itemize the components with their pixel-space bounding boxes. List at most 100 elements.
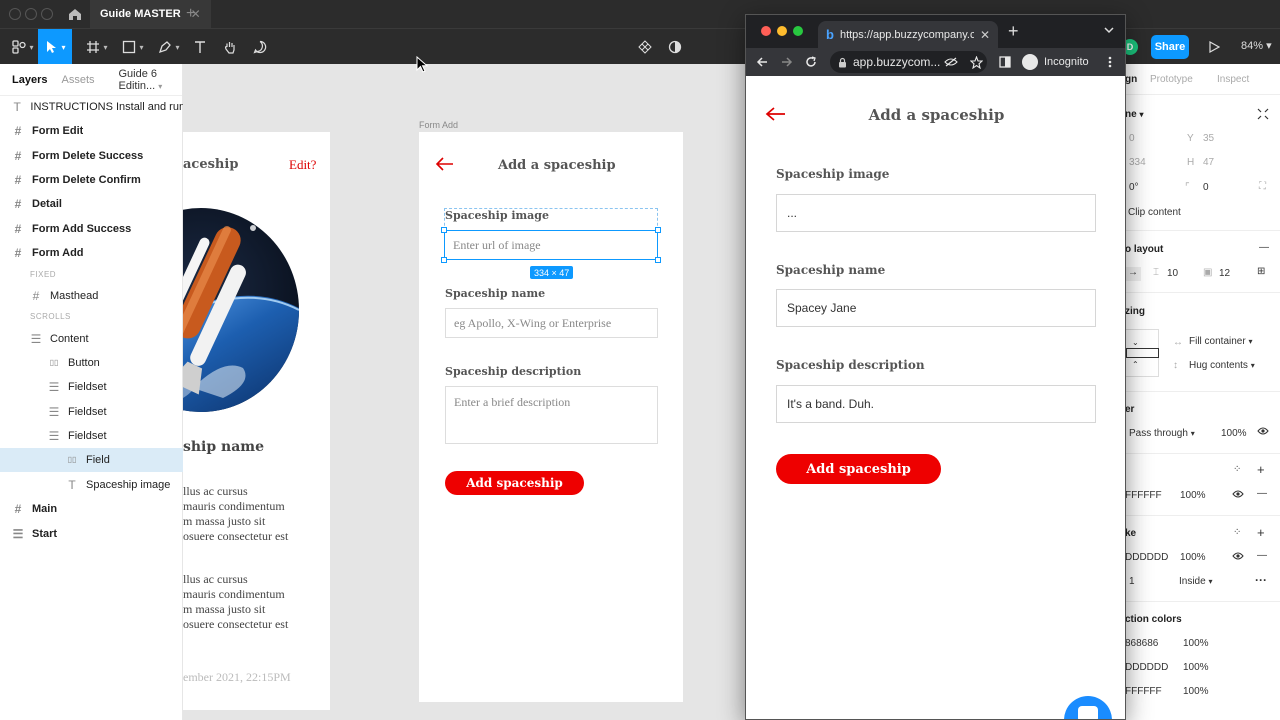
add-stroke-icon[interactable]: + (1257, 525, 1265, 540)
stroke-opacity[interactable]: 100% (1180, 552, 1206, 563)
field-label[interactable]: Spaceship name (445, 287, 545, 300)
remove-stroke-icon[interactable]: — (1257, 550, 1267, 561)
layer-item[interactable]: # Form Delete Success (0, 144, 183, 168)
selection-color-opacity[interactable]: 100% (1183, 638, 1209, 649)
layer-item[interactable]: # Form Add (0, 241, 183, 265)
contrast-button[interactable] (665, 29, 685, 65)
layer-item[interactable]: # Form Edit (0, 119, 183, 143)
edit-link[interactable]: Edit? (289, 157, 316, 173)
stroke-hex[interactable]: DDDDDD (1125, 552, 1168, 563)
components-button[interactable] (635, 29, 655, 65)
reload-icon[interactable] (803, 54, 819, 70)
frame-tool-button[interactable]: ▾ (82, 29, 112, 65)
layer-item[interactable]: # Masthead (0, 284, 183, 308)
text-tool-button[interactable] (190, 29, 210, 65)
height-value[interactable]: 47 (1203, 157, 1214, 168)
tab-prototype[interactable]: Prototype (1150, 74, 1193, 85)
gap-value[interactable]: 10 (1167, 268, 1178, 279)
more-menu-icon[interactable] (1102, 54, 1118, 70)
frame-name[interactable]: ne ▾ (1125, 109, 1143, 120)
address-bar[interactable]: app.buzzycom... (830, 51, 987, 73)
side-panel-icon[interactable] (997, 54, 1013, 70)
tab-layers[interactable]: Layers (12, 74, 47, 86)
move-tool-button[interactable]: ▾ (38, 29, 72, 65)
resize-to-fit-icon[interactable] (1257, 108, 1269, 123)
stroke-position-select[interactable]: Inside ▾ (1179, 576, 1212, 587)
remove-auto-layout-icon[interactable]: — (1259, 242, 1269, 253)
resize-handle[interactable] (655, 257, 661, 263)
zoom-level[interactable]: 84% ▾ (1241, 39, 1272, 52)
layer-item[interactable]: ☰ Start (0, 522, 183, 546)
new-tab-button[interactable]: + (1008, 21, 1019, 42)
fill-hex[interactable]: FFFFFF (1125, 490, 1162, 501)
close-icon[interactable]: ✕ (980, 28, 990, 42)
add-spaceship-button[interactable]: Add spaceship (776, 454, 941, 484)
eye-icon[interactable] (1257, 426, 1269, 439)
main-menu-button[interactable]: ▾ (8, 29, 38, 65)
forward-icon[interactable] (779, 54, 795, 70)
vertical-resizing-select[interactable]: Hug contents ▾ (1189, 360, 1255, 371)
present-button[interactable] (1204, 29, 1224, 65)
selection-box[interactable] (441, 227, 661, 263)
eye-icon[interactable] (1232, 489, 1244, 502)
layer-item[interactable]: ▯▯ Button (0, 351, 183, 375)
field-label[interactable]: Spaceship image (445, 209, 549, 222)
corner-radius-value[interactable]: 0 (1203, 182, 1209, 193)
eye-icon[interactable] (1232, 551, 1244, 564)
frame-label[interactable]: Form Add (419, 120, 458, 130)
blend-mode-select[interactable]: Pass through ▾ (1129, 428, 1195, 439)
pen-tool-button[interactable]: ▾ (154, 29, 184, 65)
share-button[interactable]: Share (1151, 35, 1189, 59)
layer-item[interactable]: ☰ Content (0, 327, 183, 351)
selection-color-hex[interactable]: FFFFFF (1125, 686, 1162, 697)
layer-item[interactable]: # Form Delete Confirm (0, 168, 183, 192)
description-field[interactable]: Enter a brief description (445, 386, 658, 444)
hand-tool-button[interactable] (220, 29, 240, 65)
tracking-protection-icon[interactable] (943, 54, 959, 70)
x-value[interactable]: 0 (1129, 133, 1135, 144)
remove-fill-icon[interactable]: — (1257, 488, 1267, 499)
width-value[interactable]: 334 (1129, 157, 1146, 168)
add-spaceship-button[interactable]: Add spaceship (445, 471, 584, 495)
back-arrow-icon[interactable] (435, 156, 455, 175)
resize-handle[interactable] (441, 227, 447, 233)
description-input[interactable]: It's a band. Duh. (776, 385, 1096, 423)
incognito-indicator[interactable]: Incognito (1022, 52, 1089, 72)
layer-item[interactable]: ☰ Fieldset (0, 400, 183, 424)
browser-minimize-button[interactable] (777, 26, 787, 36)
layer-item[interactable]: T INSTRUCTIONS Install and run th... (0, 95, 183, 119)
layer-item[interactable]: ▯▯ Field (0, 448, 183, 472)
bookmark-star-icon[interactable] (968, 54, 984, 70)
form-add-frame[interactable]: Add a spaceship Spaceship image Enter ur… (419, 132, 683, 702)
name-input[interactable]: Spacey Jane (776, 289, 1096, 327)
field-label[interactable]: Spaceship description (445, 365, 581, 378)
layer-item[interactable]: # Form Add Success (0, 217, 183, 241)
resize-handle[interactable] (655, 227, 661, 233)
add-fill-icon[interactable]: + (1257, 462, 1265, 477)
style-icon[interactable]: ⁘ (1233, 527, 1241, 538)
layer-item[interactable]: ☰ Fieldset (0, 375, 183, 399)
resize-handle[interactable] (441, 257, 447, 263)
back-icon[interactable] (754, 54, 770, 70)
rotation-value[interactable]: 0° (1129, 182, 1139, 193)
selection-color-opacity[interactable]: 100% (1183, 686, 1209, 697)
browser-close-button[interactable] (761, 26, 771, 36)
browser-tab[interactable]: b https://app.buzzycompany.com ✕ (818, 21, 998, 48)
fill-opacity[interactable]: 100% (1180, 490, 1206, 501)
browser-zoom-button[interactable] (793, 26, 803, 36)
layer-opacity[interactable]: 100% (1221, 428, 1247, 439)
selection-color-hex[interactable]: DDDDDD (1125, 662, 1168, 673)
alignment-icon[interactable]: ⊞ (1257, 266, 1265, 277)
shape-tool-button[interactable]: ▾ (118, 29, 148, 65)
window-zoom-button[interactable] (41, 8, 53, 20)
selection-color-hex[interactable]: 868686 (1125, 638, 1158, 649)
comment-tool-button[interactable] (250, 29, 270, 65)
page-selector[interactable]: Guide 6 Editin... ▾ (119, 68, 171, 92)
horizontal-resizing-select[interactable]: Fill container ▾ (1189, 336, 1253, 347)
layer-item[interactable]: ☰ Fieldset (0, 424, 183, 448)
padding-value[interactable]: 12 (1219, 268, 1230, 279)
home-icon[interactable] (67, 6, 83, 22)
layer-item[interactable]: T Spaceship image (0, 473, 183, 497)
style-icon[interactable]: ⁘ (1233, 464, 1241, 475)
selection-color-opacity[interactable]: 100% (1183, 662, 1209, 673)
